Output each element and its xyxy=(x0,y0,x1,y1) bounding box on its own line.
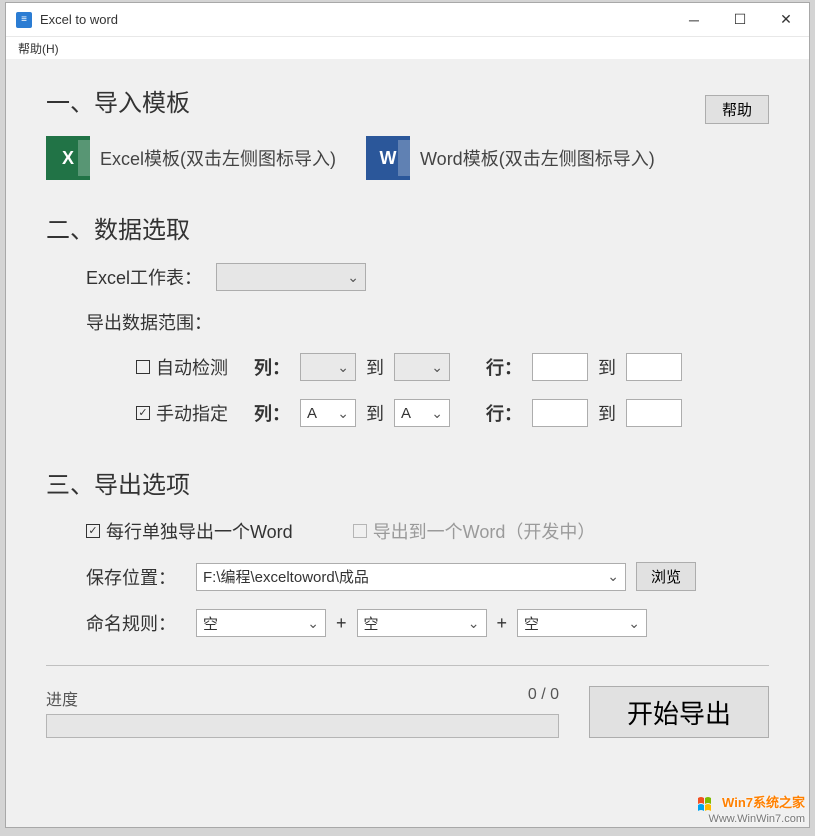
manual-label: 手动指定 xyxy=(156,400,228,426)
content-area: 一、导入模板 帮助 X Excel模板(双击左侧图标导入) W Word模板(双… xyxy=(6,59,809,827)
save-location-label: 保存位置： xyxy=(86,564,186,590)
progress-text: 0 / 0 xyxy=(528,686,559,710)
section2-title: 二、数据选取 xyxy=(46,210,769,245)
divider xyxy=(46,665,769,666)
worksheet-combo[interactable] xyxy=(216,263,366,291)
app-icon: ≡ xyxy=(16,12,32,28)
worksheet-label: Excel工作表： xyxy=(86,264,206,290)
close-button[interactable]: ✕ xyxy=(763,3,809,37)
naming-combo-1[interactable]: 空 xyxy=(196,609,326,637)
auto-row-to-input[interactable] xyxy=(626,353,682,381)
excel-icon[interactable]: X xyxy=(46,136,90,180)
row-label-2: 行： xyxy=(486,400,522,426)
single-file-label: 导出到一个Word（开发中） xyxy=(373,518,596,544)
to-label-3: 到 xyxy=(366,400,384,426)
auto-col-from-combo[interactable] xyxy=(300,353,356,381)
manual-row-from-input[interactable] xyxy=(532,399,588,427)
naming-label: 命名规则： xyxy=(86,610,186,636)
minimize-button[interactable]: ─ xyxy=(671,3,717,37)
maximize-button[interactable]: ☐ xyxy=(717,3,763,37)
naming-combo-3[interactable]: 空 xyxy=(517,609,647,637)
manual-col-from-combo[interactable]: A xyxy=(300,399,356,427)
range-label: 导出数据范围： xyxy=(86,309,212,335)
auto-col-to-combo[interactable] xyxy=(394,353,450,381)
naming-combo-2[interactable]: 空 xyxy=(357,609,487,637)
single-file-checkbox: 导出到一个Word（开发中） xyxy=(353,518,596,544)
help-button[interactable]: 帮助 xyxy=(705,95,769,124)
checkbox-empty-icon xyxy=(136,360,150,374)
per-row-label: 每行单独导出一个Word xyxy=(106,518,293,544)
menubar: 帮助(H) xyxy=(6,37,809,59)
manual-row-to-input[interactable] xyxy=(626,399,682,427)
save-location-combo[interactable]: F:\编程\exceltoword\成品 xyxy=(196,563,626,591)
word-icon[interactable]: W xyxy=(366,136,410,180)
plus-label-2: + xyxy=(497,613,508,634)
to-label-4: 到 xyxy=(598,400,616,426)
manual-checkbox[interactable]: ✓ 手动指定 xyxy=(136,400,228,426)
browse-button[interactable]: 浏览 xyxy=(636,562,696,591)
progress-label: 进度 xyxy=(46,686,78,710)
app-window: ≡ Excel to word ─ ☐ ✕ 帮助(H) 一、导入模板 帮助 X … xyxy=(5,2,810,828)
checkbox-empty-icon xyxy=(353,524,367,538)
window-title: Excel to word xyxy=(40,12,118,27)
start-export-button[interactable]: 开始导出 xyxy=(589,686,769,738)
section3-title: 三、导出选项 xyxy=(46,465,769,500)
col-label: 列： xyxy=(254,354,290,380)
titlebar: ≡ Excel to word ─ ☐ ✕ xyxy=(6,3,809,37)
section1-title: 一、导入模板 xyxy=(46,83,190,118)
word-template-label: Word模板(双击左侧图标导入) xyxy=(420,145,655,171)
excel-template-label: Excel模板(双击左侧图标导入) xyxy=(100,145,336,171)
manual-col-to-combo[interactable]: A xyxy=(394,399,450,427)
plus-label-1: + xyxy=(336,613,347,634)
col-label-2: 列： xyxy=(254,400,290,426)
row-label: 行： xyxy=(486,354,522,380)
to-label-2: 到 xyxy=(598,354,616,380)
menu-help[interactable]: 帮助(H) xyxy=(12,38,65,59)
auto-detect-label: 自动检测 xyxy=(156,354,228,380)
auto-row-from-input[interactable] xyxy=(532,353,588,381)
progress-bar xyxy=(46,714,559,738)
per-row-checkbox[interactable]: ✓ 每行单独导出一个Word xyxy=(86,518,293,544)
checkbox-checked-icon: ✓ xyxy=(136,406,150,420)
to-label: 到 xyxy=(366,354,384,380)
auto-detect-checkbox[interactable]: 自动检测 xyxy=(136,354,228,380)
checkbox-checked-icon: ✓ xyxy=(86,524,100,538)
